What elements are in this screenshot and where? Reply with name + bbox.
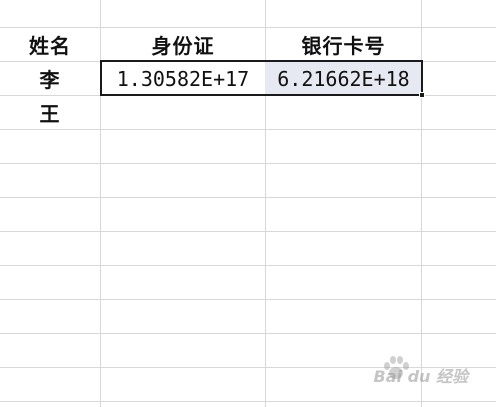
gridline-horizontal	[0, 231, 496, 232]
fill-handle[interactable]	[419, 92, 425, 98]
header-cell-id-card[interactable]: 身份证	[101, 28, 265, 61]
gridline-horizontal	[0, 401, 496, 402]
gridline-horizontal	[0, 163, 496, 164]
gridline-horizontal	[0, 129, 496, 130]
spreadsheet-grid[interactable]: 姓名 身份证 银行卡号 李 1.30582E+17 6.21662E+18 王 …	[0, 0, 496, 407]
header-cell-name[interactable]: 姓名	[0, 28, 100, 61]
watermark: Bai du 经验	[373, 367, 468, 386]
gridline-horizontal	[0, 333, 496, 334]
cell-bank-card-row-2[interactable]	[266, 96, 421, 129]
cell-id-card-row-2[interactable]	[101, 96, 265, 129]
cell-bank-card-row-1[interactable]: 6.21662E+18	[266, 62, 421, 95]
cell-name-row-2[interactable]: 王	[0, 96, 100, 129]
cell-id-card-row-1[interactable]: 1.30582E+17	[101, 62, 265, 95]
gridline-horizontal	[0, 299, 496, 300]
gridline-horizontal	[0, 265, 496, 266]
cell-name-row-1[interactable]: 李	[0, 62, 100, 95]
header-cell-bank-card[interactable]: 银行卡号	[266, 28, 421, 61]
gridline-horizontal	[0, 197, 496, 198]
